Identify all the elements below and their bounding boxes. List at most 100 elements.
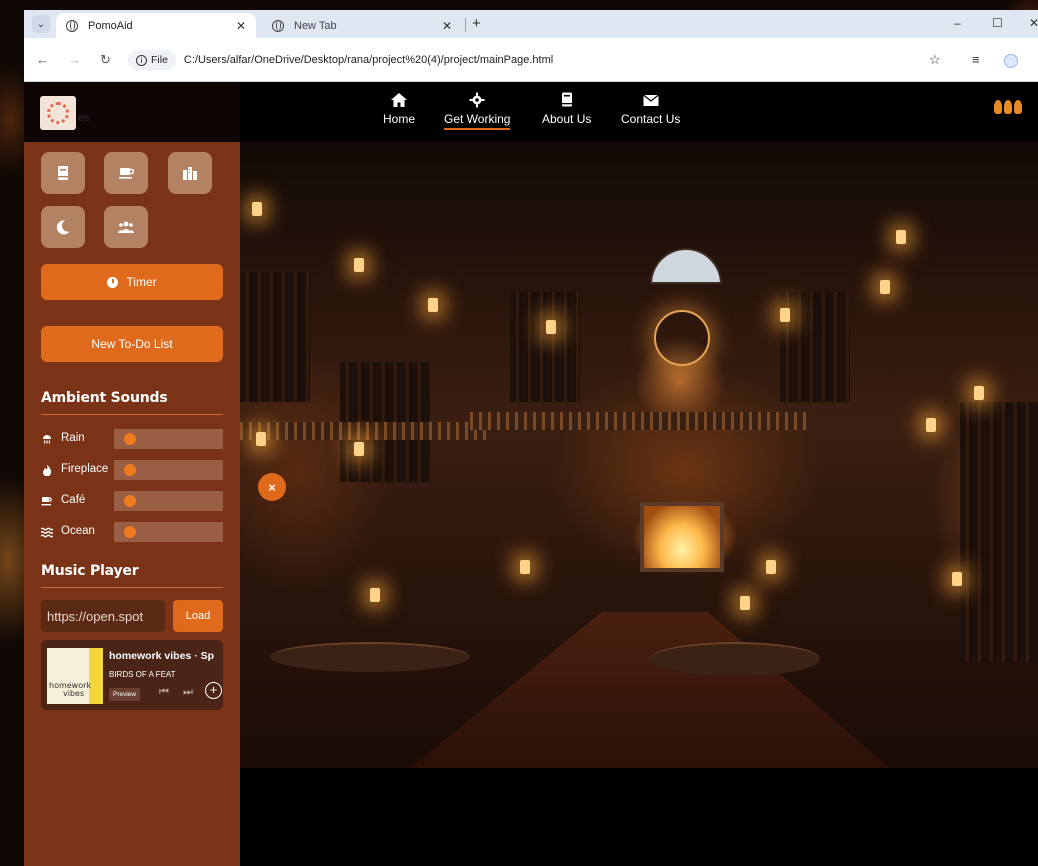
nav-contact-us[interactable]: Contact Us <box>621 92 680 126</box>
playlist-cover: homework vibes <box>47 648 103 704</box>
nav-label: Contact Us <box>621 112 681 126</box>
profile-avatar[interactable] <box>1004 54 1018 68</box>
music-player-title: Music Player <box>41 563 139 579</box>
reload-icon[interactable]: ↻ <box>100 52 111 68</box>
city-button[interactable] <box>168 152 212 194</box>
moon-button[interactable] <box>41 206 85 248</box>
cafe-volume-slider[interactable] <box>114 491 223 511</box>
previous-track-icon[interactable]: ⏮ <box>159 686 169 699</box>
tab-title: PomoAid <box>88 19 133 32</box>
logo[interactable] <box>40 96 76 130</box>
flame-icon <box>1014 100 1022 114</box>
clock-icon <box>107 276 119 288</box>
next-track-icon[interactable]: ⏭ <box>183 686 193 699</box>
site-info-chip[interactable]: i File <box>128 50 176 70</box>
sound-label: Café <box>61 494 86 506</box>
flame-icon <box>1004 100 1012 114</box>
scene-clock <box>654 310 710 366</box>
flame-icon <box>994 100 1002 114</box>
coffee-icon <box>41 497 52 506</box>
nav-about-us[interactable]: About Us <box>542 92 591 126</box>
sound-row-rain: Rain <box>41 429 223 449</box>
library-background-image <box>240 142 1038 768</box>
nav-home[interactable]: Home <box>383 92 415 126</box>
scene-lamp <box>926 418 936 432</box>
sound-row-fireplace: Fireplace <box>41 460 223 480</box>
gear-icon <box>469 92 485 108</box>
back-icon[interactable]: ← <box>36 52 49 67</box>
tab-search-button[interactable]: ⌄ <box>32 15 50 33</box>
new-tab-button[interactable]: + <box>472 15 481 32</box>
book-icon <box>561 92 572 107</box>
track-artist[interactable]: BIRDS OF A FEAT <box>109 670 176 679</box>
scene-table <box>270 642 470 672</box>
spotify-url-input[interactable]: https://open.spot <box>41 600 165 632</box>
scene-floor <box>410 612 890 768</box>
tab-title: New Tab <box>294 19 337 32</box>
minimize-button[interactable]: – <box>954 16 961 30</box>
tab-pomoaid[interactable]: PomoAid ✕ <box>56 13 256 38</box>
todo-label: New To-Do List <box>91 337 173 351</box>
sidebar-header: es <box>24 82 240 142</box>
scene-lamp <box>520 560 530 574</box>
url-text[interactable]: C:/Users/alfar/OneDrive/Desktop/rana/pro… <box>184 54 553 66</box>
cover-accent <box>89 648 103 704</box>
sound-row-cafe: Café <box>41 491 223 511</box>
globe-icon <box>272 19 284 32</box>
timer-button[interactable]: Timer <box>41 264 223 300</box>
rain-icon <box>43 435 51 444</box>
load-button[interactable]: Load <box>173 600 223 632</box>
rain-volume-slider[interactable] <box>114 429 223 449</box>
nav-label: Home <box>383 112 416 126</box>
coffee-button[interactable] <box>104 152 148 194</box>
logo-text: es <box>78 112 90 124</box>
reading-list-icon[interactable]: ≡ <box>972 52 980 67</box>
users-button[interactable] <box>104 206 148 248</box>
sidebar: es Timer New To-Do List Ambient Sounds R… <box>24 82 240 866</box>
scene-lamp <box>546 320 556 334</box>
home-icon <box>391 93 407 107</box>
spotify-embed[interactable]: homework vibes homework vibes · Sp BIRDS… <box>41 640 223 710</box>
maximize-button[interactable]: ☐ <box>992 16 1003 30</box>
ambient-sounds-title: Ambient Sounds <box>41 390 168 406</box>
slider-thumb[interactable] <box>124 526 136 538</box>
scene-bookshelf <box>960 402 1038 662</box>
scene-arch-window <box>650 248 722 284</box>
forward-icon[interactable]: → <box>68 52 81 67</box>
sound-label: Rain <box>61 432 85 444</box>
playlist-title[interactable]: homework vibes · Sp <box>109 650 214 662</box>
scene-lamp <box>740 596 750 610</box>
nav-get-working[interactable]: Get Working <box>444 92 511 130</box>
ocean-volume-slider[interactable] <box>114 522 223 542</box>
slider-thumb[interactable] <box>124 495 136 507</box>
close-panel-button[interactable]: × <box>258 473 286 501</box>
scene-bookshelf <box>780 292 850 402</box>
users-icon <box>118 221 134 233</box>
new-todo-list-button[interactable]: New To-Do List <box>41 326 223 362</box>
address-bar: ← → ↻ i File C:/Users/alfar/OneDrive/Des… <box>24 38 1038 82</box>
globe-icon <box>66 19 78 32</box>
book-button[interactable] <box>41 152 85 194</box>
coffee-icon <box>119 168 134 179</box>
top-right-decoration <box>994 100 1022 114</box>
url-box[interactable]: i File C:/Users/alfar/OneDrive/Desktop/r… <box>128 48 998 72</box>
add-icon[interactable]: + <box>205 682 222 699</box>
fireplace-volume-slider[interactable] <box>114 460 223 480</box>
tab-bar: ⌄ PomoAid ✕ New Tab ✕ + – ☐ ✕ <box>24 10 1038 38</box>
scene-balcony <box>240 422 490 440</box>
preview-badge: Preview <box>109 688 141 701</box>
nav-label: About Us <box>542 112 592 126</box>
nav-label: Get Working <box>444 112 511 130</box>
bookmark-star-icon[interactable]: ☆ <box>929 52 941 68</box>
scene-lamp <box>896 230 906 244</box>
tab-close-icon[interactable]: ✕ <box>442 19 452 33</box>
sound-label: Ocean <box>61 525 95 537</box>
slider-thumb[interactable] <box>124 433 136 445</box>
tab-new-tab[interactable]: New Tab ✕ <box>262 13 462 38</box>
browser-window: ⌄ PomoAid ✕ New Tab ✕ + – ☐ ✕ ← → ↻ i Fi… <box>24 10 1038 866</box>
close-window-button[interactable]: ✕ <box>1029 16 1038 30</box>
book-icon <box>58 166 68 180</box>
tab-close-icon[interactable]: ✕ <box>236 19 246 33</box>
slider-thumb[interactable] <box>124 464 136 476</box>
scene-lamp <box>354 442 364 456</box>
